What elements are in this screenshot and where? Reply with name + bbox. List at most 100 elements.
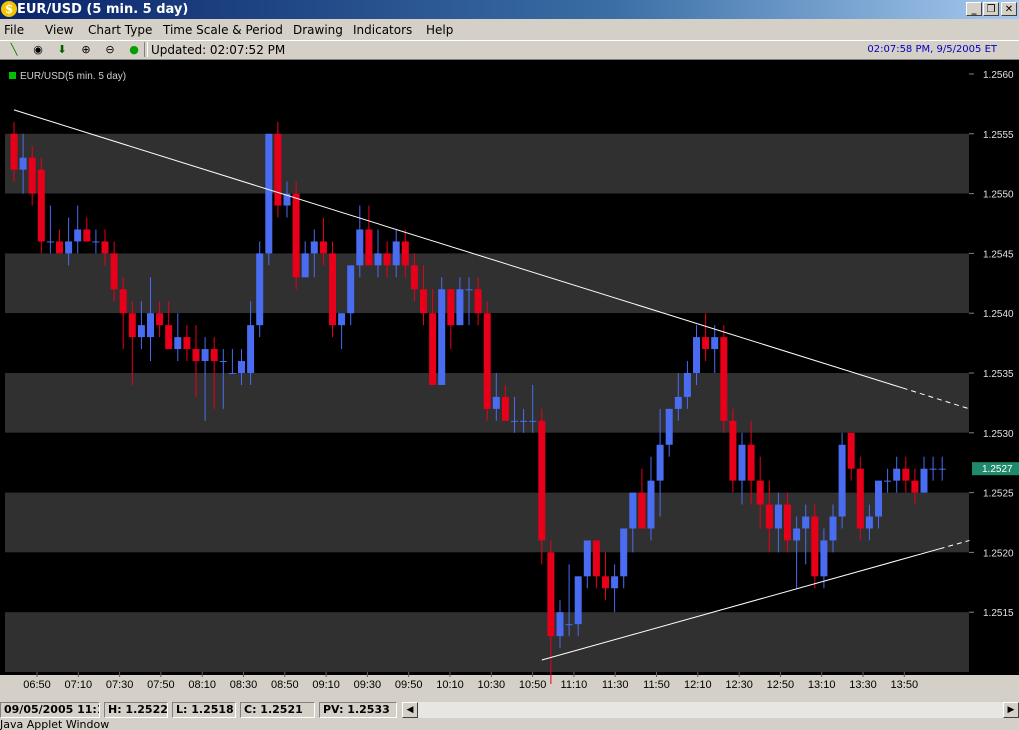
candle-up [19,157,27,170]
x-tick-label: 07:30 [106,679,134,691]
candle-down [37,169,45,242]
x-tick-label: 09:50 [395,679,423,691]
close-button[interactable]: ✕ [1001,2,1017,16]
price-band [5,612,969,672]
menu-drawing[interactable]: Drawing [293,23,343,37]
menu-indicators[interactable]: Indicators [353,23,412,37]
candle-down [756,480,764,505]
candle-up [438,289,446,385]
candle-up [774,504,782,529]
menu-help[interactable]: Help [426,23,453,37]
candle-down [101,241,109,254]
candle-down [329,253,336,326]
y-tick-label: 1.2535 [983,369,1014,380]
x-tick-label: 13:10 [808,679,836,691]
candle-down [811,516,819,577]
candle-up [583,540,591,577]
candle-up [147,313,154,338]
scroll-track[interactable] [418,702,1003,718]
pin-icon[interactable]: ● [126,42,142,57]
x-tick-label: 11:30 [602,679,629,691]
x-tick-label: 11:50 [643,679,670,691]
x-tick-label: 08:30 [230,679,258,691]
candle-up [492,396,500,409]
last-price-marker: 1.2527 [972,462,1019,476]
x-tick-label: 10:30 [478,679,506,691]
x-tick-label: 09:30 [354,679,382,691]
candle-up [929,468,937,470]
menu-view[interactable]: View [45,23,73,37]
candle-up [256,253,264,326]
x-tick-label: 13:50 [891,679,919,691]
x-tick-label: 12:10 [684,679,712,691]
candle-down [429,313,437,385]
candlestick-chart-svg: 1.2560 1.2555 1.2550 1.2545 1.2540 1.2535 1.25… [0,60,1019,700]
candle-down [847,432,855,469]
candle-down [10,133,18,170]
price-band [5,133,969,194]
status-bar: 09/05/2005 11:15:00 H: 1.2522 L: 1.2518 … [0,700,1019,720]
title-bar: $ EUR/USD (5 min. 5 day) _ ❐ ✕ [0,0,1019,19]
candle-up [265,133,273,254]
x-tick-label: 13:30 [849,679,877,691]
candle-up [529,420,537,422]
candle-up [793,528,801,541]
candle-up [920,468,928,493]
candle-up [356,229,364,266]
candle-down [156,313,164,326]
candle-up [611,576,619,589]
status-low: L: 1.2518 [172,702,236,718]
candle-down [856,468,864,529]
candle-up [893,468,901,481]
menu-bar: File View Chart Type Time Scale & Period… [0,19,1019,40]
crosshair-icon[interactable]: ◉ [30,42,46,57]
price-axis-bg [969,60,1019,675]
status-close: C: 1.2521 [240,702,315,718]
candle-down [592,540,600,577]
candle-down [720,337,728,421]
candle-up [465,289,473,291]
candle-down [165,325,173,350]
candle-up [656,444,664,481]
candle-up [65,241,73,254]
candle-down [119,289,127,314]
candle-down [483,313,491,409]
scroll-left-button[interactable]: ◀ [402,702,418,718]
candle-up [456,289,464,326]
candle-down [702,337,710,350]
candle-up [46,241,54,243]
minimize-button[interactable]: _ [966,2,982,16]
trendline-tool-icon[interactable]: ╲ [6,42,22,57]
toolbar: ╲ ◉ ⬇ ⊕ ⊖ ● Updated: 02:07:52 PM 02:07:5… [0,40,1019,60]
status-high: H: 1.2522 [104,702,168,718]
candle-down [110,253,118,290]
scroll-right-button[interactable]: ▶ [1003,702,1019,718]
zoom-in-icon[interactable]: ⊕ [78,42,94,57]
candle-up [820,540,828,577]
candle-up [574,576,582,625]
y-tick-label: 1.2525 [983,489,1014,500]
x-tick-label: 06:50 [23,679,51,691]
status-datetime: 09/05/2005 11:15:00 [0,702,100,718]
candle-down [319,241,327,254]
y-tick-label: 1.2550 [983,190,1014,201]
candle-up [738,444,746,481]
candle-down [747,444,755,481]
zoom-out-icon[interactable]: ⊖ [102,42,118,57]
candle-down [56,241,63,254]
candle-down [128,313,136,338]
price-chart[interactable]: 1.2560 1.2555 1.2550 1.2545 1.2540 1.2535 1.25… [0,60,1019,700]
candle-up [219,361,227,363]
menu-file[interactable]: File [4,23,24,37]
candle-up [520,420,528,422]
candle-up [647,480,655,529]
menu-chart-type[interactable]: Chart Type [88,23,152,37]
y-tick-label: 1.2515 [983,608,1014,619]
menu-time-scale[interactable]: Time Scale & Period [163,23,283,37]
horizontal-scrollbar[interactable]: ◀ ▶ [402,702,1019,718]
candle-down [538,420,546,541]
window-title: EUR/USD (5 min. 5 day) [17,2,189,17]
restore-button[interactable]: ❐ [983,2,999,16]
download-arrow-icon[interactable]: ⬇ [54,42,70,57]
candle-up [829,516,837,541]
